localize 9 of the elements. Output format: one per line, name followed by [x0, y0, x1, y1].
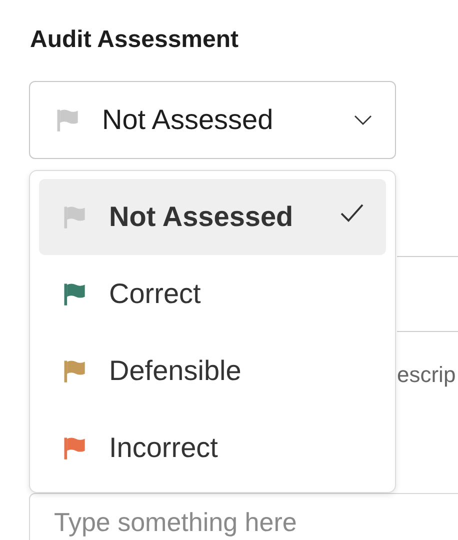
comment-field[interactable]: Type something here: [29, 493, 458, 540]
menu-option[interactable]: Defensible: [39, 333, 386, 409]
menu-option[interactable]: Not Assessed: [39, 179, 386, 255]
description-text: escrip: [397, 361, 456, 389]
menu-option[interactable]: Incorrect: [39, 410, 386, 486]
selected-value: Not Assessed: [102, 104, 274, 136]
menu-option[interactable]: Correct: [39, 256, 386, 332]
field-label: Audit Assessment: [30, 25, 238, 55]
assessment-dropdown[interactable]: Not Assessed: [29, 81, 396, 159]
